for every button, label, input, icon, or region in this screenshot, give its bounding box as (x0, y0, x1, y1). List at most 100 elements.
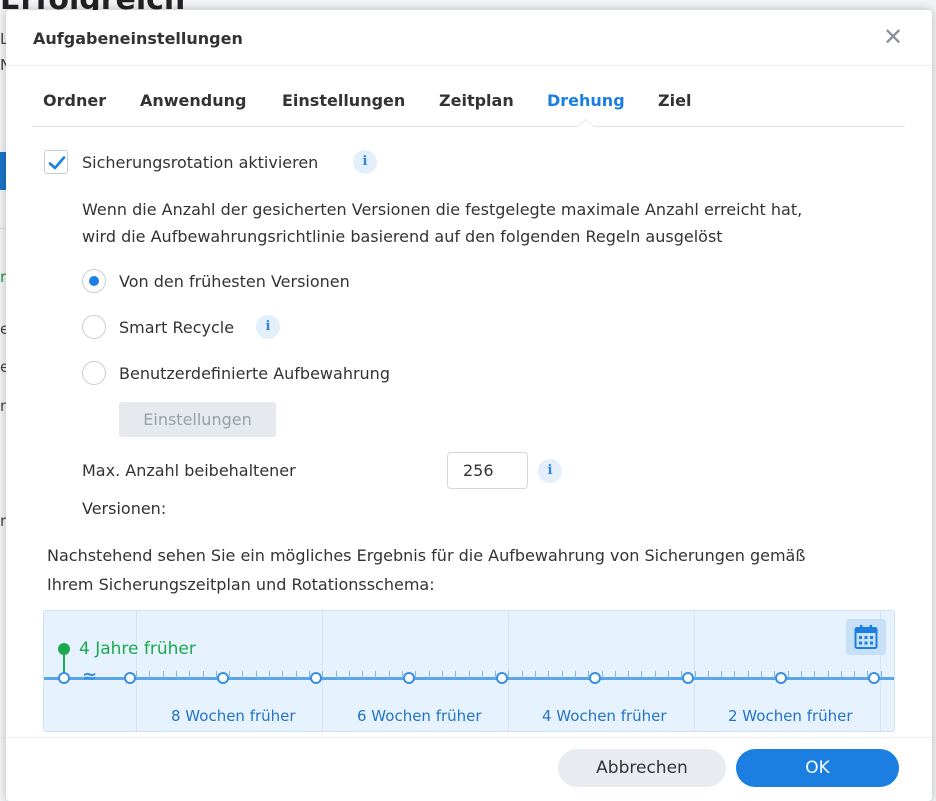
timeline-tick (828, 671, 829, 678)
timeline-tick (229, 671, 230, 678)
timeline-tick (256, 671, 257, 678)
oldest-version-label: 4 Jahre früher (79, 639, 196, 659)
radio-smart-recycle-label[interactable]: Smart Recycle (119, 318, 234, 337)
timeline-tick (455, 671, 456, 678)
note-line: Nachstehend sehen Sie ein mögliches Erge… (47, 546, 806, 565)
timeline-tick (615, 671, 616, 678)
tab-zeitplan[interactable]: Zeitplan (439, 91, 514, 110)
tab-drehung[interactable]: Drehung (547, 91, 625, 110)
timeline-tick (163, 671, 164, 678)
description-line: Wenn die Anzahl der gesicherten Versione… (82, 200, 803, 219)
info-icon[interactable]: i (353, 150, 377, 174)
timeline-tick (322, 671, 323, 678)
timeline-tick (203, 671, 204, 678)
timeline-node (58, 672, 70, 684)
timeline-tick (761, 671, 762, 678)
radio-earliest-versions[interactable] (82, 269, 106, 293)
tab-anwendung[interactable]: Anwendung (140, 91, 246, 110)
radio-custom-retention-label[interactable]: Benutzerdefinierte Aufbewahrung (119, 364, 390, 383)
timeline-tick (695, 671, 696, 678)
active-tab-indicator (577, 119, 595, 127)
timeline-tick (522, 671, 523, 678)
timeline-week-label: 2 Wochen früher (728, 707, 853, 725)
timeline-node (496, 672, 508, 684)
calendar-icon (854, 625, 878, 649)
timeline-note: Nachstehend sehen Sie ein mögliches Erge… (47, 541, 907, 599)
cancel-button[interactable]: Abbrechen (558, 749, 726, 787)
timeline-tick (655, 671, 656, 678)
timeline-tick (429, 671, 430, 678)
timeline-tick (814, 671, 815, 678)
timeline-tick (375, 671, 376, 678)
timeline-tick (881, 671, 882, 678)
checkmark-icon (48, 156, 66, 170)
timeline-tick (641, 671, 642, 678)
max-versions-label-cont: Versionen: (82, 499, 167, 518)
retention-timeline: 4 Jahre früher ≈ 8 Wochen früher 6 Woche… (43, 610, 895, 732)
timeline-node (310, 672, 322, 684)
timeline-tick (389, 671, 390, 678)
tab-ordner[interactable]: Ordner (43, 91, 106, 110)
timeline-tick (296, 671, 297, 678)
timeline-node (589, 672, 601, 684)
note-line: Ihrem Sicherungszeitplan und Rotationssc… (47, 575, 435, 594)
timeline-tick (708, 671, 709, 678)
enable-rotation-checkbox[interactable] (44, 150, 68, 174)
timeline-tick (176, 671, 177, 678)
timeline-tick (748, 671, 749, 678)
timeline-tick (628, 671, 629, 678)
timeline-node (682, 672, 694, 684)
timeline-tick (788, 671, 789, 678)
rotation-description: Wenn die Anzahl der gesicherten Versione… (82, 196, 902, 250)
timeline-tick (548, 671, 549, 678)
timeline-tick (535, 671, 536, 678)
max-versions-input[interactable]: 256 (447, 452, 528, 489)
timeline-node (217, 672, 229, 684)
calendar-button[interactable] (846, 619, 886, 655)
timeline-break-icon: ≈ (82, 666, 98, 687)
timeline-tick (841, 671, 842, 678)
dialog-header: Aufgabeneinstellungen ✕ (6, 10, 932, 66)
timeline-tick (149, 671, 150, 678)
ok-button[interactable]: OK (736, 749, 899, 787)
oldest-version-marker (58, 643, 70, 655)
timeline-tick (442, 671, 443, 678)
description-line: wird die Aufbewahrungsrichtlinie basiere… (82, 227, 723, 246)
max-versions-label: Max. Anzahl beibehaltener (82, 461, 296, 480)
timeline-week-label: 4 Wochen früher (542, 707, 667, 725)
radio-earliest-versions-label[interactable]: Von den frühesten Versionen (119, 272, 350, 291)
timeline-tick (721, 671, 722, 678)
enable-rotation-label[interactable]: Sicherungsrotation aktivieren (82, 153, 318, 172)
timeline-tick (562, 671, 563, 678)
timeline-tick (482, 671, 483, 678)
timeline-node (775, 672, 787, 684)
tab-bar: Ordner Anwendung Einstellungen Zeitplan … (32, 82, 905, 127)
timeline-tick (668, 671, 669, 678)
timeline-tick (189, 671, 190, 678)
retention-settings-button: Einstellungen (119, 402, 276, 437)
info-icon[interactable]: i (538, 459, 562, 483)
timeline-tick (734, 671, 735, 678)
timeline-tick (336, 671, 337, 678)
info-icon[interactable]: i (256, 315, 280, 339)
timeline-week-label: 6 Wochen früher (357, 707, 482, 725)
tab-einstellungen[interactable]: Einstellungen (282, 91, 405, 110)
task-settings-dialog: Aufgabeneinstellungen ✕ Ordner Anwendung… (6, 10, 932, 801)
timeline-node (124, 672, 136, 684)
timeline-tick (575, 671, 576, 678)
timeline-tick (136, 671, 137, 678)
tab-ziel[interactable]: Ziel (658, 91, 691, 110)
radio-smart-recycle[interactable] (82, 315, 106, 339)
timeline-tick (282, 671, 283, 678)
close-icon[interactable]: ✕ (880, 24, 906, 50)
timeline-tick (349, 671, 350, 678)
timeline-tick (508, 671, 509, 678)
timeline-tick (362, 671, 363, 678)
timeline-tick (469, 671, 470, 678)
timeline-tick (602, 671, 603, 678)
timeline-tick (242, 671, 243, 678)
timeline-tick (269, 671, 270, 678)
radio-custom-retention[interactable] (82, 361, 106, 385)
dialog-title: Aufgabeneinstellungen (33, 29, 243, 48)
timeline-tick (854, 671, 855, 678)
